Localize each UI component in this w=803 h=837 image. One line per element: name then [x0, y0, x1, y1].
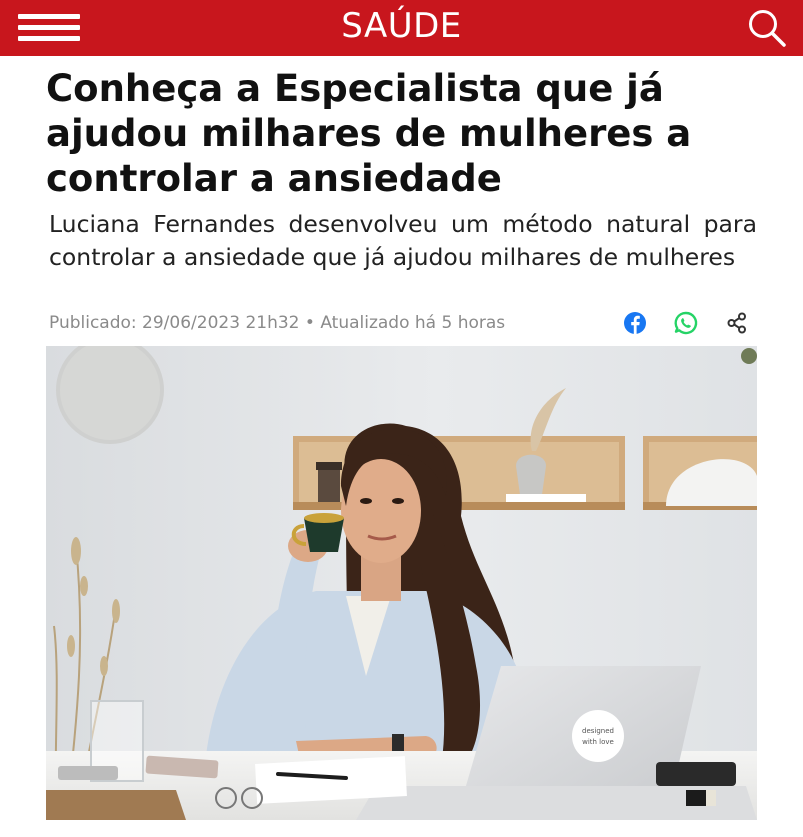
sticker-text-line2: with love — [582, 738, 614, 746]
meta-separator: • — [304, 313, 315, 333]
sticker-text-line1: designed — [582, 727, 614, 735]
search-icon[interactable] — [745, 6, 789, 50]
published-date: Publicado: 29/06/2023 21h32 — [49, 313, 300, 333]
updated-time: Atualizado há 5 horas — [320, 313, 506, 333]
article-headline: Conheça a Especialista que já ajudou mil… — [46, 67, 692, 200]
section-title[interactable]: SAÚDE — [0, 0, 803, 56]
article-hero-image[interactable]: designed with love — [46, 346, 757, 820]
woman-at-desk-photo: designed with love — [46, 346, 757, 820]
whatsapp-icon[interactable] — [671, 308, 701, 338]
article-subtitle: Luciana Fernandes desenvolveu um método … — [49, 210, 757, 271]
share-icon[interactable] — [722, 308, 752, 338]
facebook-icon[interactable] — [620, 308, 650, 338]
article-meta: Publicado: 29/06/2023 21h32 • Atualizado… — [49, 313, 505, 333]
top-navigation-bar: SAÚDE — [0, 0, 803, 56]
